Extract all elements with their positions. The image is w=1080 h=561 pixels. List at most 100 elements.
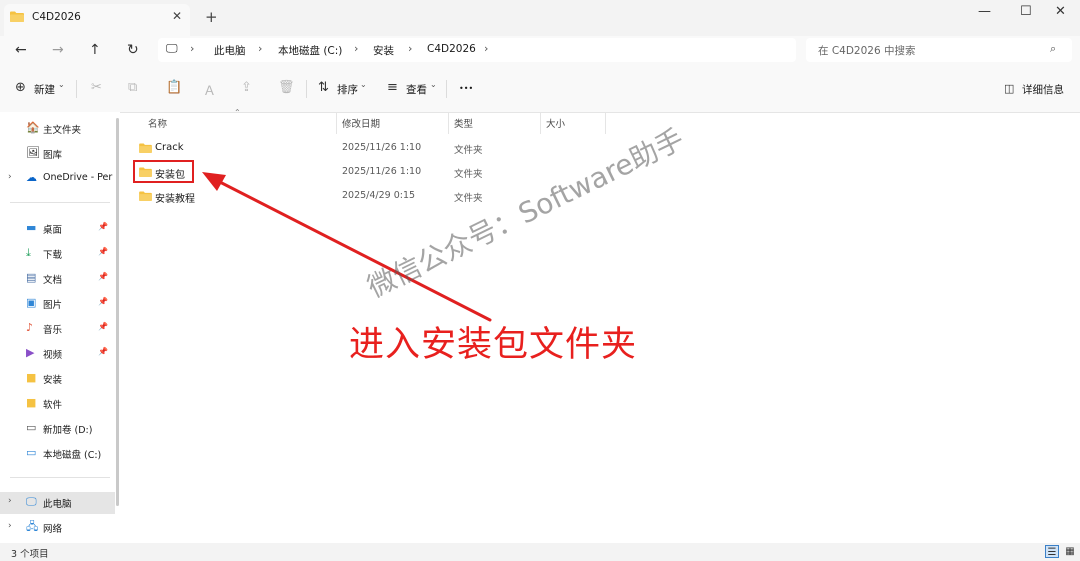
copy-icon[interactable]: ⧉: [128, 80, 137, 95]
nav-folder-install[interactable]: ■ 安装: [0, 368, 115, 390]
details-pane-icon[interactable]: ◫: [1004, 82, 1014, 95]
drive-icon: ▭: [26, 446, 37, 459]
file-name[interactable]: Crack: [155, 142, 184, 153]
details-view-button[interactable]: ☰: [1045, 545, 1059, 558]
close-window-button[interactable]: ✕: [1055, 4, 1066, 19]
expand-chevron-icon[interactable]: ›: [8, 172, 12, 182]
cut-icon[interactable]: ✂: [91, 80, 102, 95]
more-options-button[interactable]: •••: [459, 84, 473, 93]
column-header-modified[interactable]: 修改日期: [342, 116, 380, 130]
folder-icon: [10, 11, 24, 22]
sort-button[interactable]: 排序: [337, 82, 358, 97]
up-button[interactable]: ↑: [89, 42, 101, 58]
new-dropdown-icon[interactable]: ⌄: [58, 80, 65, 89]
breadcrumb-drive-c[interactable]: 本地磁盘 (C:): [278, 43, 342, 58]
nav-desktop[interactable]: ▬ 桌面 📌: [0, 218, 115, 240]
nav-downloads[interactable]: ⤓ 下载 📌: [0, 243, 115, 265]
computer-icon: 🖵: [166, 41, 178, 55]
nav-drive-c-label: 本地磁盘 (C:): [43, 450, 102, 461]
nav-videos[interactable]: ▶ 视频 📌: [0, 343, 115, 365]
column-header-size[interactable]: 大小: [546, 116, 565, 130]
pin-icon[interactable]: 📌: [98, 272, 108, 281]
nav-drive-d[interactable]: ▭ 新加卷 (D:): [0, 418, 115, 440]
close-tab-icon[interactable]: ✕: [172, 9, 182, 23]
new-tab-button[interactable]: +: [205, 8, 218, 26]
new-button[interactable]: 新建: [34, 82, 55, 97]
column-divider[interactable]: [540, 112, 541, 134]
view-dropdown-icon[interactable]: ⌄: [430, 80, 437, 89]
breadcrumb-dropdown[interactable]: ›: [484, 42, 488, 55]
nav-home-label: 主文件夹: [43, 125, 82, 136]
pin-icon[interactable]: 📌: [98, 297, 108, 306]
breadcrumb-this-pc[interactable]: 此电脑: [214, 43, 246, 58]
nav-pictures[interactable]: ▣ 图片 📌: [0, 293, 115, 315]
breadcrumb-separator[interactable]: ›: [190, 42, 194, 55]
back-button[interactable]: ←: [15, 42, 27, 58]
onedrive-cloud-icon: ☁: [26, 171, 37, 184]
tiles-view-button[interactable]: ▦: [1063, 545, 1077, 558]
command-bar: [0, 66, 1080, 113]
nav-software-label: 软件: [43, 400, 63, 411]
sort-icon[interactable]: ⇅: [318, 80, 329, 95]
details-button[interactable]: 详细信息: [1022, 82, 1064, 97]
gallery-icon: 🖼: [26, 146, 40, 159]
desktop-icon: ▬: [26, 221, 37, 234]
search-input[interactable]: 在 C4D2026 中搜索: [818, 43, 916, 58]
file-row[interactable]: Crack 2025/11/26 1:10 文件夹: [134, 136, 604, 160]
nav-drive-c[interactable]: ▭ 本地磁盘 (C:): [0, 443, 115, 465]
share-icon[interactable]: ⇪: [241, 80, 252, 95]
pin-icon[interactable]: 📌: [98, 347, 108, 356]
refresh-button[interactable]: ↻: [127, 42, 139, 58]
nav-home[interactable]: 🏠 主文件夹: [0, 118, 115, 140]
breadcrumb-separator[interactable]: ›: [408, 42, 412, 55]
pictures-icon: ▣: [26, 296, 37, 309]
nav-music[interactable]: ♪ 音乐 📌: [0, 318, 115, 340]
toolbar-divider: [76, 80, 77, 98]
column-header-name[interactable]: 名称: [148, 116, 167, 130]
video-icon: ▶: [26, 346, 35, 359]
pin-icon[interactable]: 📌: [98, 247, 108, 256]
delete-icon[interactable]: 🗑: [278, 80, 295, 95]
forward-button[interactable]: →: [52, 42, 64, 58]
view-button[interactable]: 查看: [406, 82, 427, 97]
column-header-type[interactable]: 类型: [454, 116, 473, 130]
rename-icon[interactable]: Ａ: [203, 80, 216, 99]
nav-documents-label: 文档: [43, 275, 63, 286]
file-name[interactable]: 安装教程: [155, 190, 195, 205]
nav-gallery[interactable]: 🖼 图库: [0, 143, 115, 165]
paste-icon[interactable]: 📋: [166, 80, 182, 95]
breadcrumb-separator[interactable]: ›: [354, 42, 358, 55]
maximize-button[interactable]: ☐: [1020, 4, 1032, 19]
nav-folder-software[interactable]: ■ 软件: [0, 393, 115, 415]
column-divider[interactable]: [336, 112, 337, 134]
expand-chevron-icon[interactable]: ›: [8, 521, 12, 531]
sort-dropdown-icon[interactable]: ⌄: [360, 80, 367, 89]
pin-icon[interactable]: 📌: [98, 322, 108, 331]
expand-chevron-icon[interactable]: ›: [8, 496, 12, 506]
view-icon[interactable]: ≡: [387, 80, 398, 95]
nav-network[interactable]: › 🖧 网络: [0, 517, 115, 539]
breadcrumb-separator[interactable]: ›: [258, 42, 262, 55]
nav-documents[interactable]: ▤ 文档 📌: [0, 268, 115, 290]
nav-drive-d-label: 新加卷 (D:): [43, 425, 93, 436]
nav-this-pc[interactable]: › 🖵 此电脑: [0, 492, 115, 514]
breadcrumb-c4d2026[interactable]: C4D2026: [427, 43, 476, 55]
address-bar[interactable]: [158, 38, 796, 62]
nav-onedrive[interactable]: › ☁ OneDrive - Per: [0, 168, 115, 190]
nav-divider: [10, 202, 110, 203]
status-bar: [0, 543, 1080, 561]
nav-install-label: 安装: [43, 375, 63, 386]
breadcrumb-install[interactable]: 安装: [373, 43, 394, 58]
minimize-button[interactable]: —: [978, 4, 991, 19]
tab-title: C4D2026: [32, 11, 81, 23]
computer-icon: 🖵: [26, 495, 37, 508]
column-divider[interactable]: [448, 112, 449, 134]
column-divider[interactable]: [605, 112, 606, 134]
nav-scrollbar[interactable]: [116, 118, 119, 506]
toolbar-divider: [446, 80, 447, 98]
file-modified: 2025/11/26 1:10: [342, 142, 422, 153]
pin-icon[interactable]: 📌: [98, 222, 108, 231]
nav-videos-label: 视频: [43, 350, 63, 361]
new-icon[interactable]: ⊕: [15, 80, 26, 95]
search-icon[interactable]: ⌕: [1050, 42, 1056, 56]
